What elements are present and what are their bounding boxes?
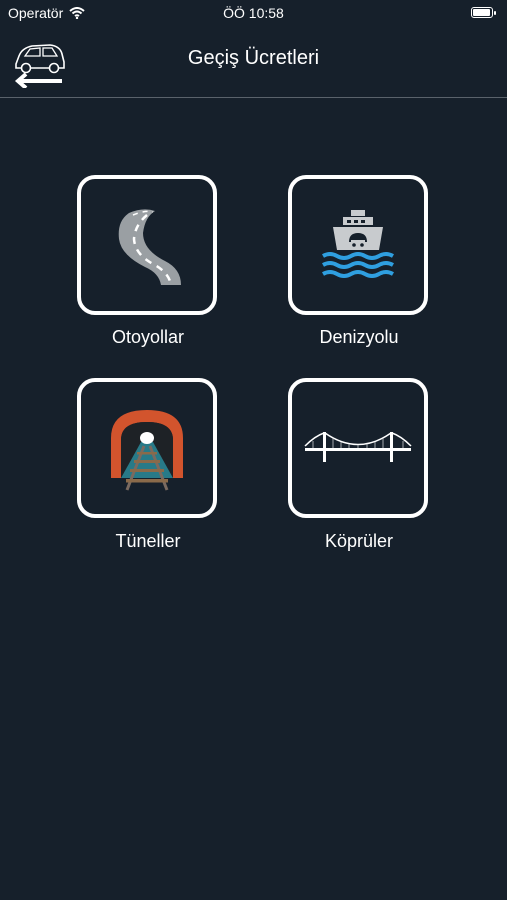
highway-road-icon [118, 209, 181, 286]
tile-label-bridges: Köprüler [324, 531, 394, 551]
ferry-tile-button[interactable] [288, 175, 428, 315]
tunnel-railway-icon [111, 410, 183, 491]
tile-label-sea: Denizyolu [319, 327, 399, 347]
status-bar: Operatör ÖÖ 10:58 [0, 0, 507, 28]
page-title: Geçiş Ücretleri [187, 47, 320, 69]
suspension-bridge-icon [304, 432, 412, 462]
tunnel-tile-button[interactable] [77, 378, 217, 518]
tile-label-highways: Otoyollar [111, 327, 185, 347]
tile-label-tunnels: Tüneller [115, 531, 181, 551]
clock: ÖÖ 10:58 [223, 5, 284, 21]
highway-tile-button[interactable] [77, 175, 217, 315]
navigation-bar: Geçiş Ücretleri [0, 28, 507, 98]
ferry-ship-icon [322, 210, 394, 278]
bridge-tile-button[interactable] [288, 378, 428, 518]
battery-icon [471, 7, 496, 18]
